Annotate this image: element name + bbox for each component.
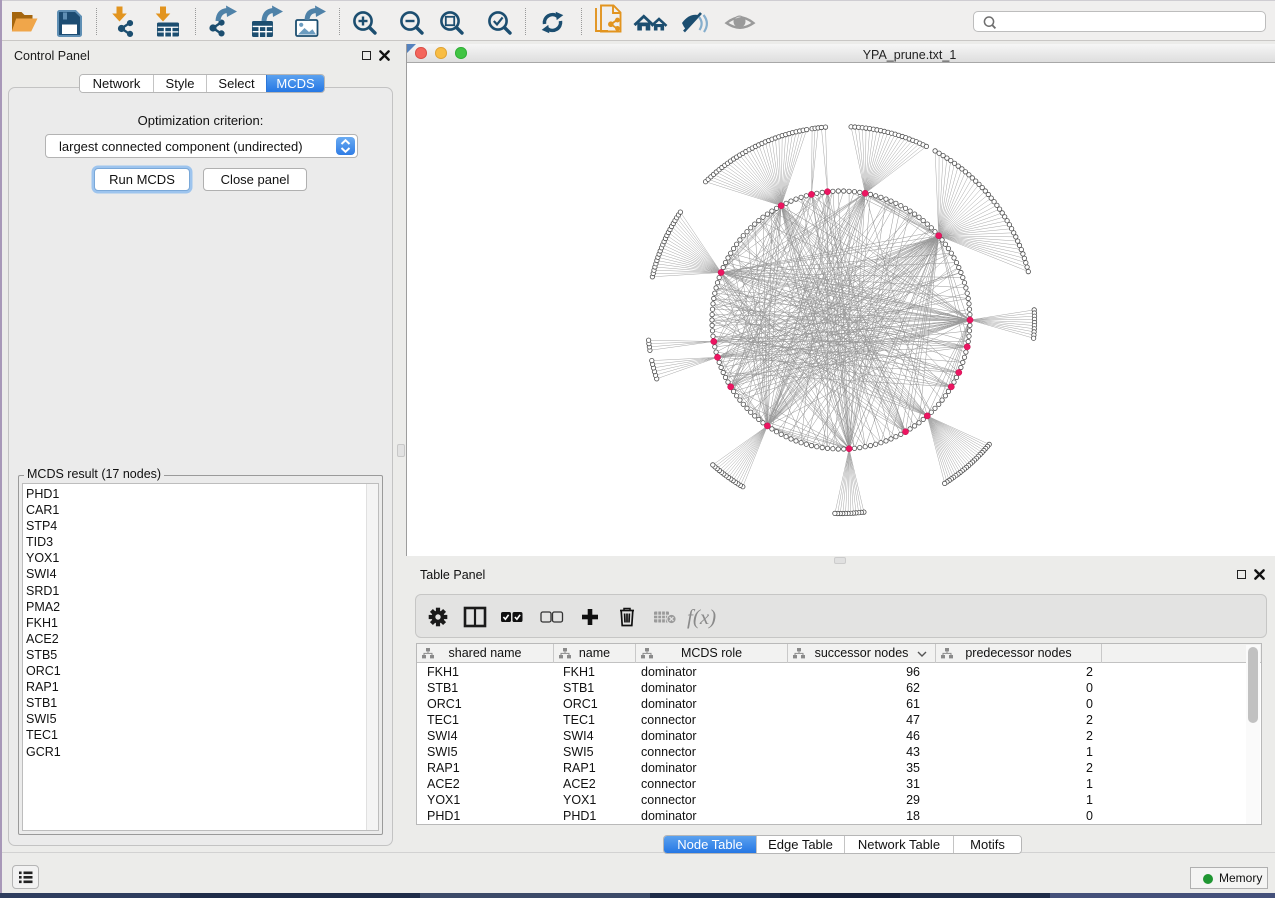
svg-text:f(x): f(x) <box>687 605 716 629</box>
